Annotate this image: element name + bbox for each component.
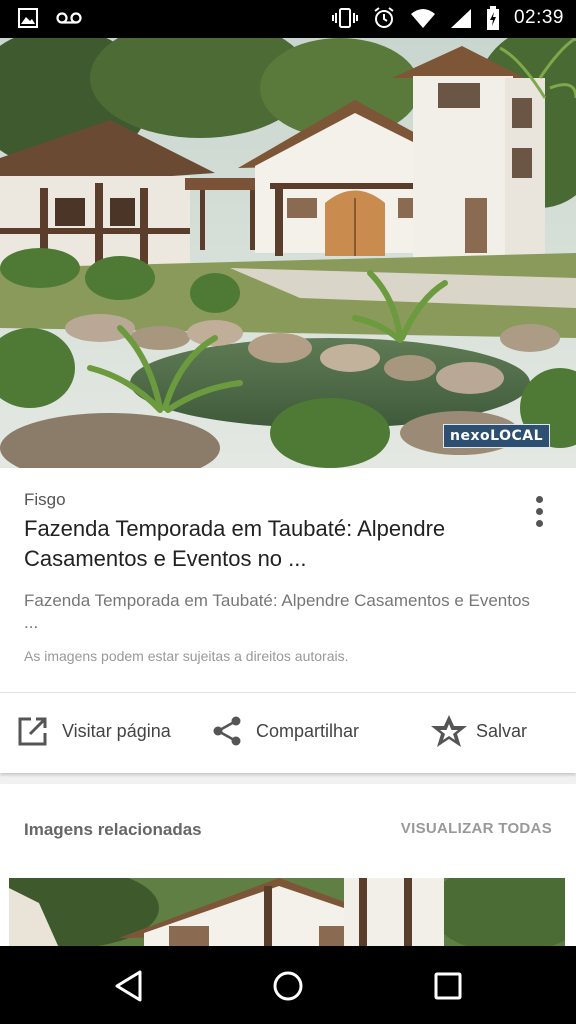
visit-page-button[interactable]: Visitar página bbox=[16, 714, 171, 748]
home-icon[interactable] bbox=[266, 964, 310, 1008]
view-all-button[interactable]: VISUALIZAR TODAS bbox=[401, 820, 552, 837]
share-icon bbox=[210, 714, 244, 748]
watermark-logo: nexoLOCAL bbox=[443, 424, 550, 448]
save-label: Salvar bbox=[476, 720, 528, 741]
clock: 02:39 bbox=[513, 7, 564, 28]
back-icon[interactable] bbox=[108, 964, 152, 1008]
signal-icon bbox=[450, 8, 472, 28]
more-options-icon[interactable] bbox=[530, 494, 550, 530]
vibrate-icon bbox=[331, 7, 358, 29]
result-description: Fazenda Temporada em Taubaté: Alpendre C… bbox=[24, 591, 530, 632]
battery-charging-icon bbox=[486, 6, 500, 30]
result-card: Fisgo Fazenda Temporada em Taubaté: Alpe… bbox=[0, 468, 576, 773]
result-title[interactable]: Fazenda Temporada em Taubaté: Alpendre C… bbox=[24, 514, 504, 574]
status-bar: 02:39 bbox=[0, 0, 576, 38]
share-button[interactable]: Compartilhar bbox=[210, 714, 359, 748]
image-icon bbox=[18, 8, 38, 28]
copyright-notice: As imagens podem estar sujeitas a direit… bbox=[24, 648, 349, 664]
share-label: Compartilhar bbox=[256, 720, 360, 741]
star-badge-icon bbox=[430, 714, 467, 748]
alarm-icon bbox=[372, 6, 396, 30]
source-label: Fisgo bbox=[24, 490, 66, 509]
farmhouse-photo bbox=[0, 38, 576, 468]
save-button[interactable]: Salvar bbox=[430, 714, 527, 748]
visit-page-label: Visitar página bbox=[62, 720, 171, 741]
navigation-bar bbox=[0, 946, 576, 1024]
recents-icon[interactable] bbox=[426, 964, 470, 1008]
related-image-thumbnail[interactable] bbox=[9, 878, 565, 948]
action-bar: Visitar página Compartilhar Salvar bbox=[0, 694, 576, 772]
voicemail-icon bbox=[56, 11, 82, 25]
divider bbox=[0, 692, 576, 693]
hero-image[interactable]: nexoLOCAL bbox=[0, 38, 576, 468]
wifi-icon bbox=[410, 8, 436, 28]
open-in-new-icon bbox=[16, 714, 50, 748]
related-images-heading: Imagens relacionadas bbox=[24, 820, 202, 839]
